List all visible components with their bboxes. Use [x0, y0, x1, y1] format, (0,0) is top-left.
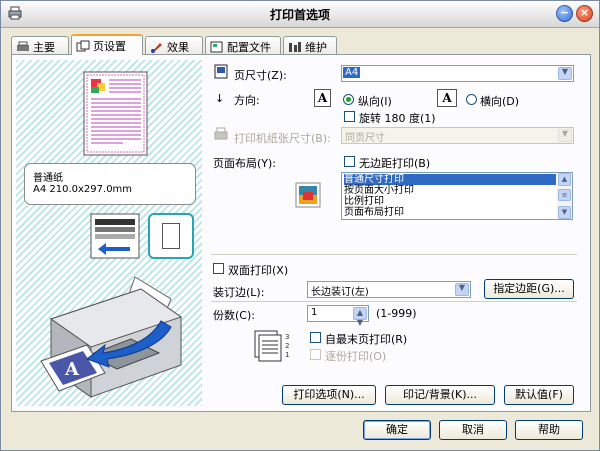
layout-list-scrollbar[interactable]: ▲ ≡ ▼	[557, 173, 572, 219]
layout-option-fit-page[interactable]: 按页面大小打印	[344, 185, 414, 196]
tab-effects-label: 效果	[167, 41, 189, 54]
scroll-thumb[interactable]: ≡	[558, 189, 571, 201]
divider	[211, 254, 577, 255]
page-layout-label: 页面布局(Y):	[213, 157, 277, 170]
window-title: 打印首选项	[269, 8, 330, 22]
portrait-radio[interactable]	[343, 94, 354, 105]
cancel-button[interactable]: 取消	[439, 420, 507, 440]
duplex-label: 双面打印(X)	[228, 264, 289, 277]
svg-text:A: A	[64, 359, 80, 380]
pages-icon	[76, 40, 90, 52]
divider	[211, 301, 577, 302]
printer-paper-size-select[interactable]: 同页尺寸 ▼	[341, 127, 574, 144]
stamp-background-button[interactable]: 印记/背景(K)...	[385, 385, 495, 405]
duplex-checkbox[interactable]	[213, 263, 224, 274]
printer-paper-icon	[214, 127, 228, 140]
binding-label: 装订边(L):	[213, 286, 265, 299]
page-size-label: 页尺寸(Z):	[234, 69, 287, 82]
tab-profiles[interactable]: 配置文件	[205, 36, 281, 54]
copies-value: 1	[311, 307, 318, 318]
tab-main-label: 主要	[33, 41, 55, 54]
page-size-select[interactable]: A4 ▼	[341, 65, 574, 82]
print-options-button[interactable]: 打印选项(N)...	[282, 385, 376, 405]
layout-option-page-layout[interactable]: 页面布局打印	[344, 207, 404, 218]
page-size-value: A4	[343, 67, 361, 78]
paper-source-icon	[90, 213, 140, 259]
landscape-icon: A	[437, 89, 457, 107]
rotate-180-checkbox[interactable]	[344, 111, 355, 122]
dropdown-arrow-icon: ▼	[558, 67, 572, 80]
borderless-label: 无边距打印(B)	[359, 157, 431, 170]
svg-text:3: 3	[285, 333, 289, 341]
printer-icon	[17, 41, 29, 51]
paper-info-box: 普通纸 A4 210.0x297.0mm	[24, 163, 196, 205]
binding-value: 长边装订(左)	[311, 287, 369, 298]
defaults-button[interactable]: 默认值(F)	[504, 385, 574, 405]
arrow-down-icon: ↓	[215, 92, 225, 105]
paper-type-label: 普通纸	[33, 173, 63, 184]
close-icon: ×	[579, 6, 590, 19]
copies-label: 份数(C):	[213, 309, 255, 322]
ok-button[interactable]: 确定	[363, 420, 431, 440]
page-preview-image	[83, 71, 148, 156]
spin-arrows-icon[interactable]: ▲ ▼	[353, 307, 367, 327]
tab-main[interactable]: 主要	[11, 36, 69, 54]
layout-preview-icon	[295, 182, 321, 208]
tools-icon	[289, 42, 301, 52]
orientation-label: 方向:	[234, 94, 260, 107]
svg-text:2: 2	[285, 342, 289, 350]
brush-icon	[151, 43, 162, 53]
copies-range: (1-999)	[376, 307, 417, 320]
layout-option-scaled[interactable]: 比例打印	[344, 196, 384, 207]
layout-option-normal[interactable]: 普通尺寸打印	[344, 174, 556, 185]
landscape-label: 横向(D)	[480, 95, 520, 108]
portrait-paper-icon	[148, 213, 194, 259]
binding-select[interactable]: 长边装订(左) ▼	[307, 281, 471, 298]
dropdown-arrow-icon: ▼	[558, 129, 572, 142]
close-button[interactable]: ×	[576, 5, 593, 22]
collate-pages-icon: 321	[254, 330, 289, 362]
svg-text:1: 1	[285, 351, 289, 359]
tab-effects[interactable]: 效果	[145, 36, 203, 54]
collate-label: 逐份打印(O)	[325, 350, 387, 363]
printer-paper-size-label: 打印机纸张尺寸(B):	[234, 132, 331, 145]
collate-checkbox[interactable]	[310, 349, 321, 360]
paper-size-label: A4 210.0x297.0mm	[33, 184, 133, 195]
rotate-180-label: 旋转 180 度(1)	[359, 112, 436, 125]
minimize-icon: −	[559, 6, 570, 19]
printer-illustration: A	[40, 276, 183, 398]
tab-maintenance[interactable]: 维护	[283, 36, 337, 54]
printer-paper-size-value: 同页尺寸	[345, 133, 385, 144]
help-button[interactable]: 帮助	[515, 420, 583, 440]
borderless-checkbox[interactable]	[344, 156, 355, 167]
page-layout-list[interactable]: 普通尺寸打印 按页面大小打印 比例打印 页面布局打印 ▲ ≡ ▼	[341, 172, 573, 220]
dropdown-arrow-icon: ▼	[455, 283, 469, 296]
scroll-down-icon[interactable]: ▼	[558, 206, 571, 219]
title-bar: 打印首选项 − ×	[1, 1, 599, 28]
portrait-label: 纵向(I)	[358, 95, 392, 108]
reverse-order-label: 自最末页打印(R)	[325, 333, 408, 346]
printing-preferences-window: 打印首选项 − × 主要 页设置 效果 配置文件 维护 普通纸 A4 210.0…	[0, 0, 600, 451]
copies-stepper[interactable]: 1 ▲ ▼	[307, 305, 369, 327]
minimize-button[interactable]: −	[556, 5, 573, 22]
profile-icon	[210, 41, 223, 53]
scroll-up-icon[interactable]: ▲	[558, 173, 571, 186]
landscape-radio[interactable]	[466, 94, 477, 105]
tab-page-setup[interactable]: 页设置	[71, 34, 143, 55]
specify-margin-button[interactable]: 指定边距(G)...	[484, 279, 574, 299]
reverse-order-checkbox[interactable]	[310, 332, 321, 343]
tab-profiles-label: 配置文件	[227, 41, 271, 54]
page-size-icon	[214, 64, 228, 79]
portrait-icon: A	[314, 89, 331, 107]
tab-page-setup-label: 页设置	[93, 40, 126, 53]
tab-maintenance-label: 维护	[305, 41, 327, 54]
